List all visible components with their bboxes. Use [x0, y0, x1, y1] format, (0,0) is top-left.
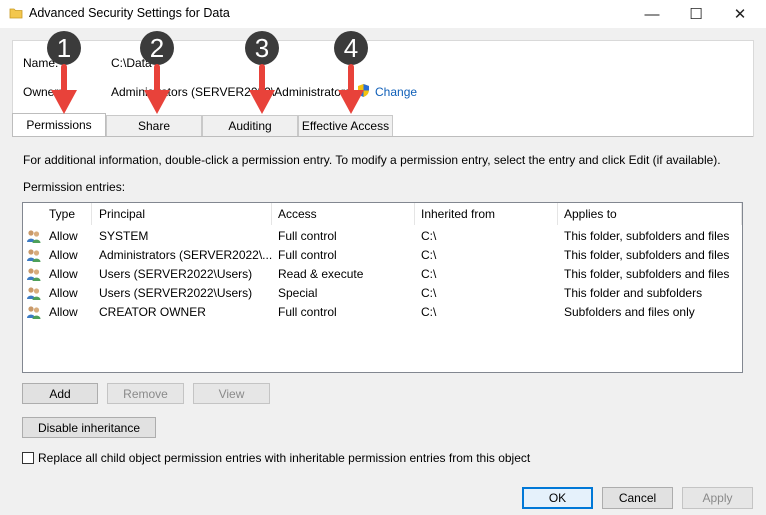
- annotation-badge-4: 4: [334, 31, 368, 65]
- change-owner-link[interactable]: Change: [375, 85, 417, 99]
- replace-child-permissions-checkbox[interactable]: [22, 452, 34, 464]
- ok-button[interactable]: OK: [522, 487, 593, 509]
- disable-inheritance-button[interactable]: Disable inheritance: [22, 417, 156, 438]
- add-button[interactable]: Add: [22, 383, 98, 404]
- window-title: Advanced Security Settings for Data: [29, 6, 230, 20]
- annotation-arrow-2: [144, 64, 170, 114]
- view-button[interactable]: View: [193, 383, 270, 404]
- users-icon: [27, 287, 41, 300]
- users-icon: [27, 306, 41, 319]
- cancel-button[interactable]: Cancel: [602, 487, 673, 509]
- title-bar: Advanced Security Settings for Data — ☐ …: [0, 0, 766, 28]
- instructions-text: For additional information, double-click…: [23, 153, 721, 167]
- column-header-principal[interactable]: Principal: [99, 203, 145, 225]
- column-header-access[interactable]: Access: [278, 203, 317, 225]
- column-header-type[interactable]: Type: [49, 203, 75, 225]
- annotation-arrow-1: [51, 64, 77, 114]
- users-icon: [27, 230, 41, 243]
- tab-auditing[interactable]: Auditing: [202, 115, 298, 136]
- permission-entries-list[interactable]: Type Principal Access Inherited from App…: [22, 202, 743, 373]
- apply-button[interactable]: Apply: [682, 487, 753, 509]
- annotation-badge-2: 2: [140, 31, 174, 65]
- annotation-arrow-4: [338, 64, 364, 114]
- permission-entries-label: Permission entries:: [23, 180, 126, 194]
- annotation-arrow-3: [249, 64, 275, 114]
- tab-effective-access[interactable]: Effective Access: [298, 115, 393, 136]
- column-header-inherited-from[interactable]: Inherited from: [421, 203, 495, 225]
- replace-child-permissions-label: Replace all child object permission entr…: [38, 451, 531, 465]
- maximize-icon: ☐: [689, 6, 703, 23]
- close-button[interactable]: ✕: [718, 0, 762, 28]
- minimize-icon: —: [644, 5, 660, 23]
- table-row[interactable]: Allow Users (SERVER2022\Users) Special C…: [23, 284, 742, 303]
- users-icon: [27, 249, 41, 262]
- table-row[interactable]: Allow Users (SERVER2022\Users) Read & ex…: [23, 265, 742, 284]
- table-row[interactable]: Allow Administrators (SERVER2022\... Ful…: [23, 246, 742, 265]
- close-icon: ✕: [733, 6, 747, 23]
- annotation-badge-3: 3: [245, 31, 279, 65]
- users-icon: [27, 268, 41, 281]
- maximize-button[interactable]: ☐: [674, 0, 718, 28]
- remove-button[interactable]: Remove: [107, 383, 184, 404]
- tab-share[interactable]: Share: [106, 115, 202, 136]
- tab-permissions[interactable]: Permissions: [12, 113, 106, 136]
- minimize-button[interactable]: —: [630, 0, 674, 28]
- folder-icon: [9, 8, 23, 19]
- table-row[interactable]: Allow CREATOR OWNER Full control C:\ Sub…: [23, 303, 742, 322]
- annotation-badge-1: 1: [47, 31, 81, 65]
- column-header-applies-to[interactable]: Applies to: [564, 203, 617, 225]
- table-row[interactable]: Allow SYSTEM Full control C:\ This folde…: [23, 227, 742, 246]
